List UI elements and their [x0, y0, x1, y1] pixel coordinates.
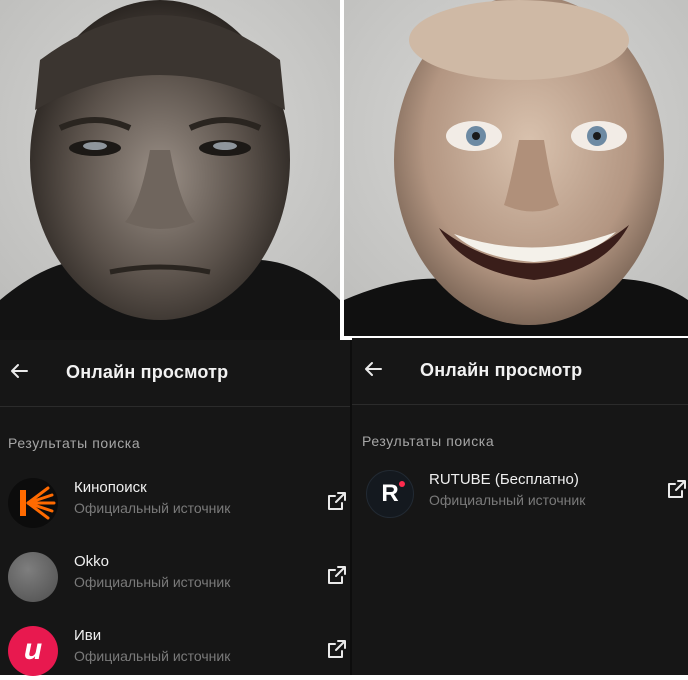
- kinopoisk-logo-icon: [8, 478, 58, 528]
- rutube-logo-text: R: [381, 480, 399, 507]
- result-subtitle: Официальный источник: [74, 648, 231, 664]
- rutube-logo-icon: R: [366, 470, 414, 518]
- portrait-photo-stern: [0, 0, 340, 340]
- header-divider: [0, 406, 350, 407]
- left-search-panel: Онлайн просмотр Результаты поиска Кинопо…: [0, 340, 350, 676]
- okko-logo-icon: [8, 552, 58, 602]
- result-title: Иви: [74, 627, 102, 644]
- header-divider: [352, 404, 688, 405]
- result-title: Okko: [74, 553, 110, 570]
- panel-header: Онлайн просмотр: [0, 340, 350, 400]
- arrow-left-icon[interactable]: [8, 360, 30, 382]
- result-title: RUTUBE (Бесплатно): [429, 471, 579, 488]
- page-title: Онлайн просмотр: [420, 360, 583, 380]
- result-item-kinopoisk[interactable]: Кинопоиск Официальный источник: [0, 470, 350, 532]
- ivi-logo-icon: и: [8, 626, 58, 676]
- open-external-icon[interactable]: [326, 490, 348, 512]
- result-item-ivi[interactable]: и Иви Официальный источник: [0, 618, 350, 680]
- result-title: Кинопоиск: [74, 479, 147, 496]
- result-subtitle: Официальный источник: [74, 500, 231, 516]
- right-search-panel: Онлайн просмотр Результаты поиска R RUTU…: [352, 338, 688, 675]
- result-item-rutube[interactable]: R RUTUBE (Бесплатно) Официальный источни…: [352, 462, 688, 524]
- ivi-logo-text: и: [23, 633, 43, 666]
- open-external-icon[interactable]: [326, 564, 348, 586]
- page-title: Онлайн просмотр: [66, 362, 229, 382]
- panel-header: Онлайн просмотр: [352, 338, 688, 398]
- result-subtitle: Официальный источник: [74, 574, 231, 590]
- section-label: Результаты поиска: [8, 435, 141, 451]
- rutube-accent-dot: [399, 481, 405, 487]
- open-external-icon[interactable]: [666, 478, 688, 500]
- portrait-photo-smiling: [344, 0, 688, 336]
- result-item-okko[interactable]: Okko Официальный источник: [0, 544, 350, 606]
- result-subtitle: Официальный источник: [429, 492, 586, 508]
- open-external-icon[interactable]: [326, 638, 348, 660]
- arrow-left-icon[interactable]: [362, 358, 384, 380]
- section-label: Результаты поиска: [362, 433, 495, 449]
